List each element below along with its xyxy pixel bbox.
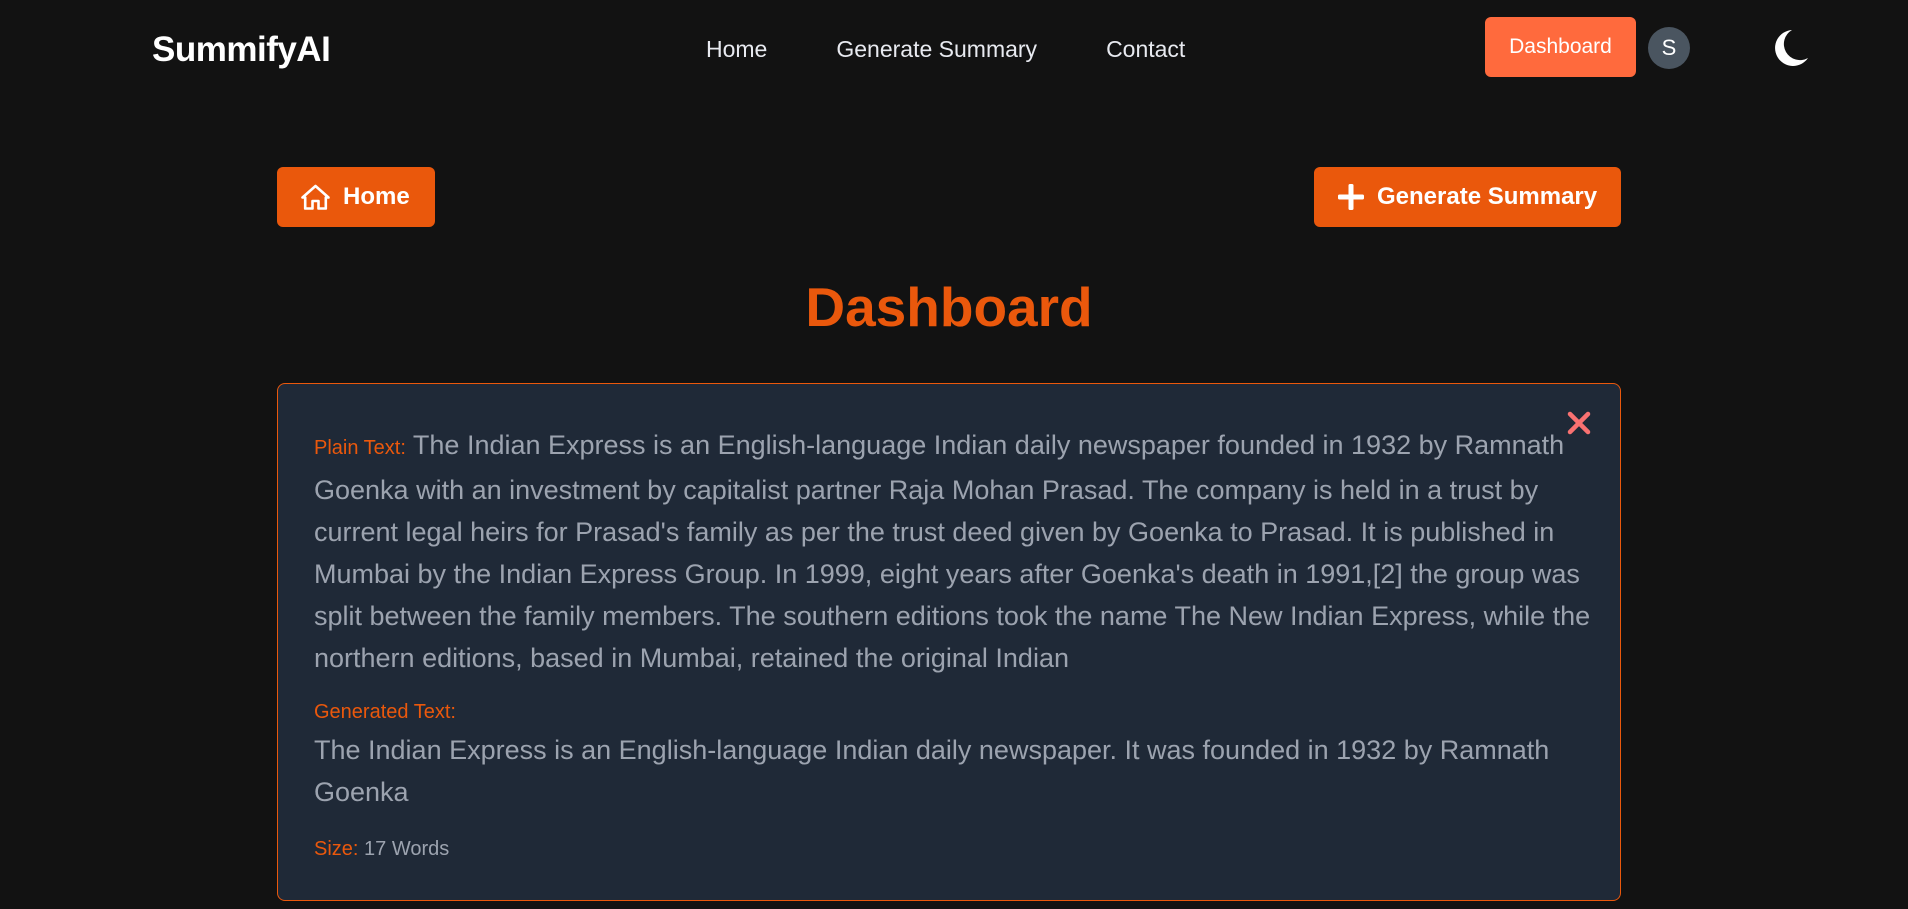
- nav-links: Home Generate Summary Contact: [706, 34, 1185, 64]
- summary-card: Plain Text: The Indian Express is an Eng…: [277, 383, 1621, 901]
- plain-text-label: Plain Text:: [314, 437, 406, 459]
- home-icon: [301, 184, 330, 210]
- plain-text-block: Plain Text: The Indian Express is an Eng…: [314, 424, 1594, 679]
- navbar: SummifyAI Home Generate Summary Contact …: [0, 0, 1908, 98]
- avatar[interactable]: S: [1648, 27, 1690, 69]
- generate-summary-button-label: Generate Summary: [1377, 183, 1598, 210]
- size-label: Size:: [314, 838, 359, 860]
- theme-toggle[interactable]: [1770, 26, 1810, 70]
- moon-icon: [1775, 30, 1808, 66]
- generated-text-label: Generated Text:: [314, 701, 456, 723]
- home-button-label: Home: [343, 183, 410, 210]
- generated-text-content: The Indian Express is an English-languag…: [314, 735, 1550, 807]
- plain-text-content: The Indian Express is an English-languag…: [314, 430, 1591, 673]
- nav-link-contact[interactable]: Contact: [1106, 34, 1185, 64]
- nav-link-generate-summary[interactable]: Generate Summary: [836, 34, 1037, 64]
- size-value: 17 Words: [364, 838, 450, 860]
- home-button[interactable]: Home: [277, 167, 435, 227]
- generate-summary-button[interactable]: Generate Summary: [1314, 167, 1621, 227]
- size-row: Size: 17 Words: [314, 836, 449, 862]
- page-title: Dashboard: [805, 276, 1093, 338]
- brand-logo[interactable]: SummifyAI: [152, 28, 331, 72]
- nav-link-home[interactable]: Home: [706, 34, 767, 64]
- dashboard-button[interactable]: Dashboard: [1485, 17, 1636, 77]
- plus-icon: [1338, 184, 1364, 210]
